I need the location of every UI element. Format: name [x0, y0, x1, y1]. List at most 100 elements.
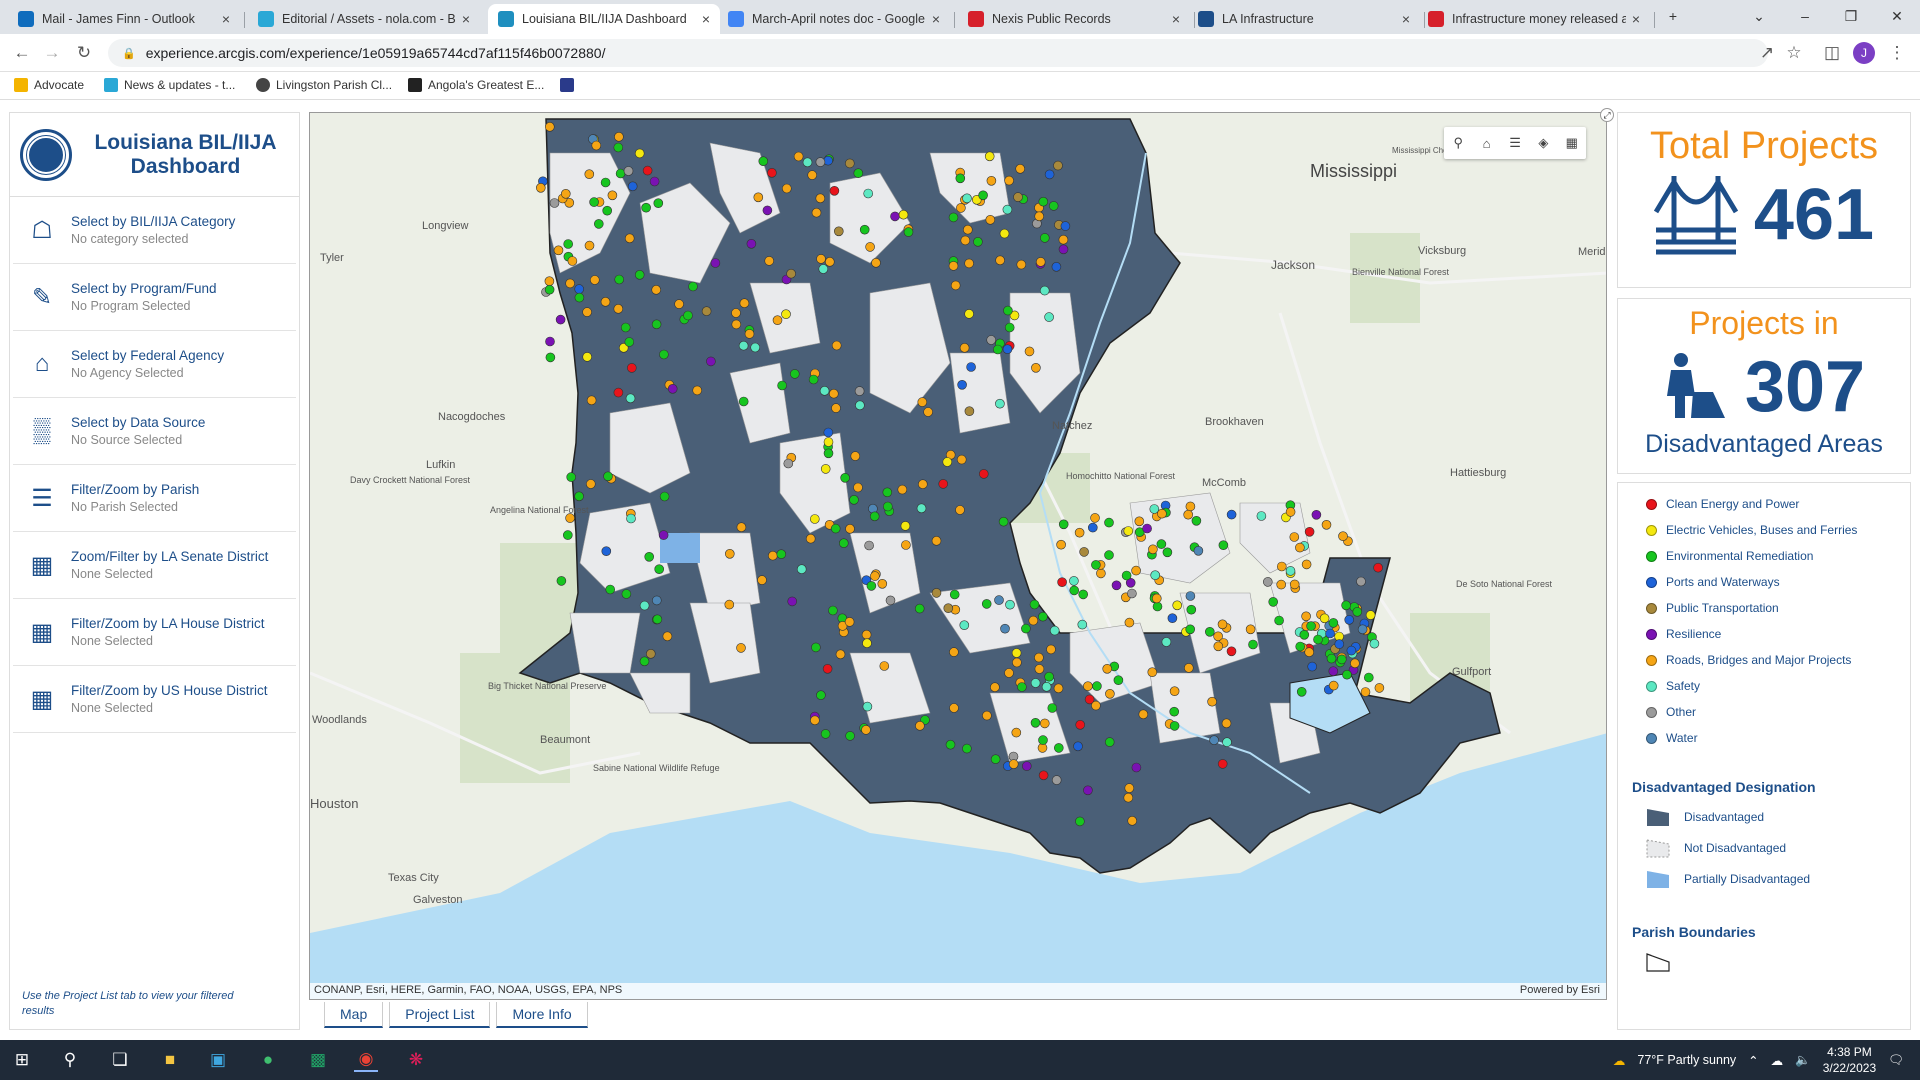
project-point[interactable] — [964, 258, 974, 269]
project-point[interactable] — [724, 599, 735, 610]
project-point[interactable] — [1087, 522, 1098, 533]
project-point[interactable] — [574, 491, 584, 502]
project-point[interactable] — [772, 315, 783, 325]
project-point[interactable] — [879, 661, 890, 671]
project-point[interactable] — [1002, 344, 1013, 354]
project-point[interactable] — [855, 400, 865, 411]
project-point[interactable] — [1186, 604, 1197, 615]
close-tab-icon[interactable]: × — [1172, 11, 1180, 27]
task-view-icon[interactable]: ❏ — [108, 1048, 132, 1072]
project-point[interactable] — [626, 363, 637, 373]
project-point[interactable] — [959, 620, 970, 631]
project-point[interactable] — [1015, 163, 1026, 174]
project-point[interactable] — [962, 193, 972, 204]
project-point[interactable] — [822, 663, 833, 674]
project-point[interactable] — [865, 242, 875, 252]
project-point[interactable] — [990, 682, 1000, 693]
project-point[interactable] — [853, 168, 864, 179]
project-point[interactable] — [1044, 671, 1054, 682]
project-point[interactable] — [915, 720, 925, 731]
close-tab-icon[interactable]: × — [1402, 11, 1410, 27]
project-point[interactable] — [1004, 175, 1014, 186]
project-point[interactable] — [829, 186, 840, 196]
project-point[interactable] — [1134, 516, 1145, 527]
project-point[interactable] — [796, 564, 807, 575]
project-point[interactable] — [1002, 204, 1013, 215]
project-point[interactable] — [854, 386, 865, 396]
project-point[interactable] — [956, 203, 966, 213]
project-point[interactable] — [1307, 661, 1318, 672]
project-point[interactable] — [762, 205, 773, 216]
project-point[interactable] — [835, 649, 846, 660]
project-point[interactable] — [1008, 759, 1019, 769]
project-point[interactable] — [1285, 566, 1296, 576]
project-point[interactable] — [1104, 737, 1115, 747]
project-point[interactable] — [1102, 663, 1113, 674]
project-point[interactable] — [645, 648, 656, 659]
project-point[interactable] — [900, 521, 911, 531]
project-point[interactable] — [1044, 312, 1054, 322]
project-point[interactable] — [1185, 624, 1196, 635]
project-point[interactable] — [1299, 629, 1310, 640]
excel-icon[interactable]: ▩ — [306, 1048, 330, 1072]
filter-item[interactable]: ✎ Select by Program/Fund No Program Select… — [13, 264, 296, 331]
project-point[interactable] — [1193, 545, 1204, 556]
url-bar[interactable]: 🔒 experience.arcgis.com/experience/1e059… — [108, 39, 1768, 67]
project-point[interactable] — [966, 362, 976, 372]
project-point[interactable] — [1285, 507, 1296, 517]
project-point[interactable] — [781, 183, 792, 194]
project-point[interactable] — [1268, 597, 1279, 607]
project-point[interactable] — [1313, 634, 1323, 645]
project-point[interactable] — [724, 548, 735, 559]
project-point[interactable] — [962, 743, 972, 754]
project-point[interactable] — [683, 310, 693, 321]
project-point[interactable] — [1156, 539, 1167, 549]
project-point[interactable] — [816, 690, 826, 701]
project-point[interactable] — [862, 638, 872, 649]
project-point[interactable] — [601, 546, 612, 557]
project-point[interactable] — [1028, 615, 1039, 626]
project-point[interactable] — [582, 352, 593, 362]
project-point[interactable] — [1328, 666, 1339, 677]
project-point[interactable] — [767, 550, 778, 561]
project-point[interactable] — [985, 215, 996, 225]
project-point[interactable] — [1096, 568, 1106, 579]
home-icon[interactable]: ⌂ — [1472, 127, 1500, 159]
back-icon[interactable]: ← — [10, 41, 34, 65]
project-point[interactable] — [561, 189, 571, 199]
project-point[interactable] — [869, 511, 880, 522]
project-point[interactable] — [1301, 611, 1311, 622]
project-point[interactable] — [1152, 601, 1163, 612]
project-point[interactable] — [639, 656, 650, 667]
project-point[interactable] — [943, 603, 954, 614]
project-point[interactable] — [840, 472, 850, 483]
project-point[interactable] — [1124, 783, 1135, 793]
project-point[interactable] — [545, 122, 555, 132]
tab-map[interactable]: Map — [324, 1002, 384, 1028]
project-point[interactable] — [973, 237, 983, 247]
project-point[interactable] — [994, 595, 1004, 605]
project-point[interactable] — [917, 479, 928, 490]
project-point[interactable] — [1183, 509, 1194, 520]
project-point[interactable] — [1039, 285, 1050, 296]
project-point[interactable] — [585, 479, 596, 489]
project-point[interactable] — [651, 285, 662, 295]
project-point[interactable] — [692, 385, 703, 396]
project-point[interactable] — [1328, 680, 1339, 691]
project-point[interactable] — [1058, 234, 1069, 245]
project-point[interactable] — [1357, 624, 1368, 635]
project-point[interactable] — [613, 387, 624, 398]
project-point[interactable] — [1222, 737, 1232, 748]
project-point[interactable] — [1276, 579, 1287, 590]
project-point[interactable] — [862, 701, 873, 712]
filter-item[interactable]: ▒ Select by Data Source No Source Selected — [13, 398, 296, 465]
project-point[interactable] — [1311, 509, 1322, 520]
project-point[interactable] — [809, 514, 820, 524]
close-tab-icon[interactable]: × — [462, 11, 470, 27]
browser-tab[interactable]: March-April notes doc - Google × — [718, 4, 950, 34]
project-point[interactable] — [830, 523, 841, 534]
project-point[interactable] — [964, 309, 974, 319]
project-point[interactable] — [1060, 221, 1071, 231]
project-point[interactable] — [1289, 579, 1300, 590]
project-point[interactable] — [815, 193, 826, 204]
